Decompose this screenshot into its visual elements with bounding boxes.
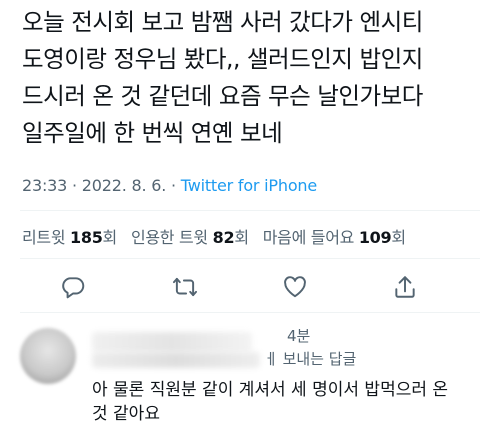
retweets-count: 185: [70, 228, 103, 247]
retweet-icon: [172, 277, 198, 297]
reply-text-line: 아 물론 직원분 같이 계셔서 세 명이서 밥먹으러 온: [92, 380, 449, 400]
like-button[interactable]: [280, 272, 310, 302]
reply-context: ㅔ 보내는 답글: [264, 350, 357, 368]
quotes-count: 82: [212, 228, 235, 247]
avatar[interactable]: [20, 328, 76, 384]
likes-label: 마음에 들어요: [262, 228, 359, 247]
share-button[interactable]: [390, 272, 420, 302]
reply-text-line: 것 같아요: [92, 404, 160, 424]
tweet-text-line: 드시러 온 것 같던데 요즘 무슨 날인가보다: [22, 82, 423, 110]
share-icon: [395, 276, 415, 298]
tweet-metadata: 23:33 · 2022. 8. 6. · Twitter for iPhone: [22, 176, 317, 195]
likes-unit: 회: [391, 228, 406, 247]
tweet-time[interactable]: 23:33: [22, 176, 67, 195]
reply-text: 아 물론 직원분 같이 계셔서 세 명이서 밥먹으러 온 것 같아요: [92, 378, 472, 426]
reply-icon: [62, 277, 85, 299]
meta-separator: ·: [166, 176, 181, 195]
quotes-label: 인용한 트윗: [130, 228, 213, 247]
reply-time: 4분: [287, 327, 311, 345]
blurred-display-name: [92, 332, 252, 352]
tweet-source-link[interactable]: Twitter for iPhone: [181, 176, 317, 195]
blurred-handle: [92, 352, 260, 368]
retweets-label: 리트윗: [22, 228, 71, 247]
tweet-text: 오늘 전시회 보고 밤쨈 사러 갔다가 엔시티 도영이랑 정우님 봤다,, 샐러…: [22, 4, 472, 152]
divider: [20, 210, 480, 211]
retweets-stat[interactable]: 리트윗 185회: [22, 228, 117, 247]
tweet-stats: 리트윗 185회 인용한 트윗 82회 마음에 들어요 109회: [22, 224, 406, 248]
tweet-text-line: 오늘 전시회 보고 밤쨈 사러 갔다가 엔시티: [22, 8, 423, 36]
retweet-button[interactable]: [170, 272, 200, 302]
reply-button[interactable]: [58, 272, 88, 302]
tweet-action-bar: [0, 272, 480, 304]
likes-count: 109: [358, 228, 392, 247]
quotes-unit: 회: [234, 228, 249, 247]
tweet-text-line: 도영이랑 정우님 봤다,, 샐러드인지 밥인지: [22, 45, 423, 73]
divider: [20, 258, 480, 259]
tweet-date[interactable]: 2022. 8. 6.: [82, 176, 167, 195]
quotes-stat[interactable]: 인용한 트윗 82회: [131, 228, 249, 247]
reply-tweet[interactable]: 4분 ㅔ 보내는 답글 아 물론 직원분 같이 계셔서 세 명이서 밥먹으러 온…: [0, 310, 480, 428]
likes-stat[interactable]: 마음에 들어요 109회: [263, 228, 406, 247]
retweets-unit: 회: [102, 228, 118, 247]
meta-separator: ·: [67, 176, 82, 195]
like-icon: [284, 276, 306, 298]
tweet-text-line: 일주일에 한 번씩 연옌 보네: [22, 119, 283, 147]
